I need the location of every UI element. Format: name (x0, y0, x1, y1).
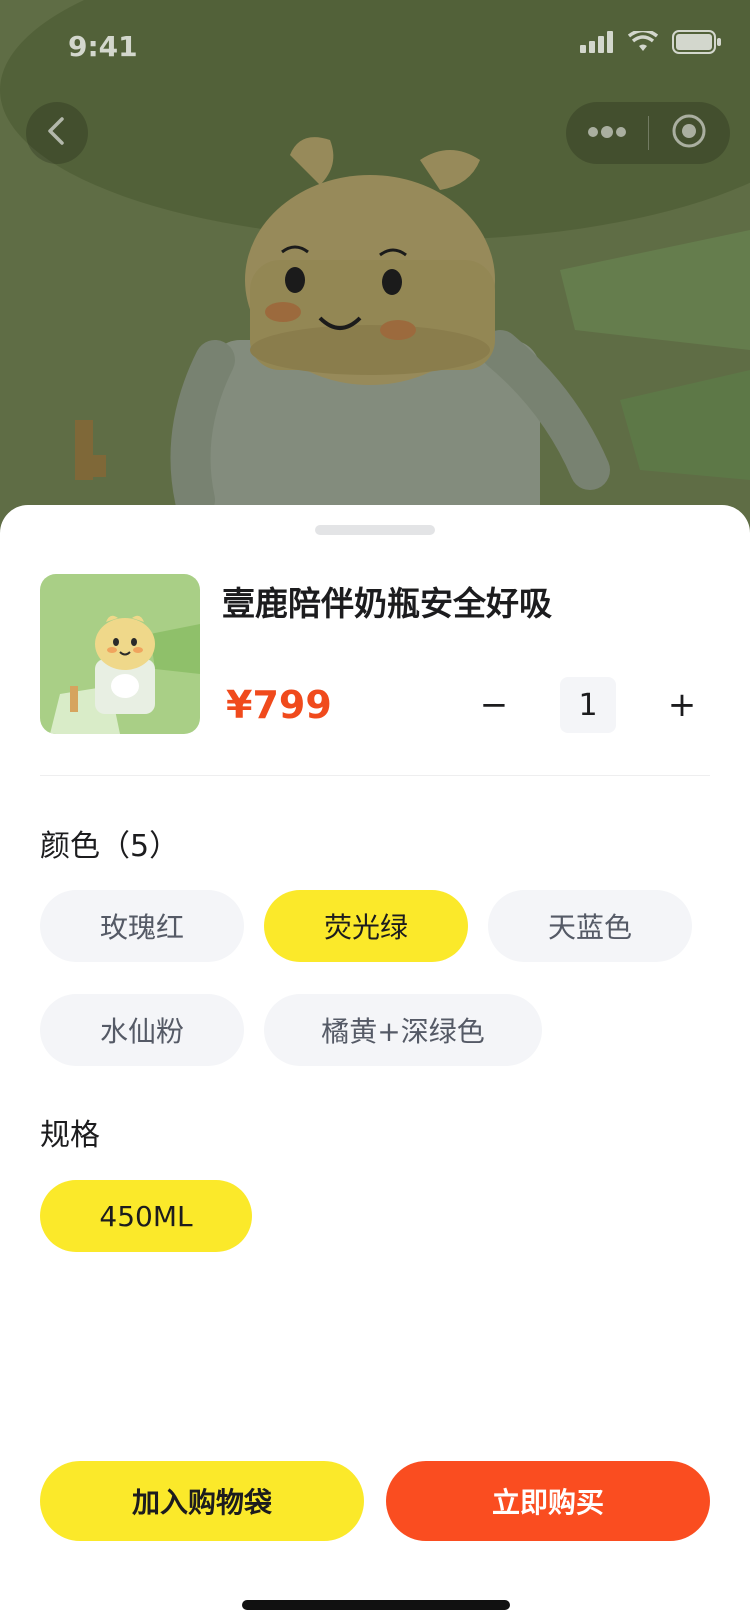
back-button[interactable] (26, 102, 88, 164)
color-option-rose-red[interactable]: 玫瑰红 (40, 890, 244, 962)
close-mini-program-button[interactable] (649, 102, 731, 164)
product-price: ¥799 (226, 683, 332, 727)
signal-icon (580, 31, 614, 57)
target-circle-icon (671, 113, 707, 153)
battery-icon (672, 30, 722, 58)
wifi-icon (627, 28, 659, 57)
home-indicator[interactable] (242, 1600, 510, 1610)
quantity-value[interactable]: 1 (560, 677, 616, 733)
status-icons (580, 28, 722, 58)
color-option-fluorescent-green[interactable]: 荧光绿 (264, 890, 468, 962)
spec-option-450ml[interactable]: 450ML (40, 1180, 252, 1252)
quantity-stepper: − 1 + (466, 677, 710, 733)
spec-section-label: 规格 (40, 1118, 100, 1153)
color-option-sky-blue[interactable]: 天蓝色 (488, 890, 692, 962)
chevron-left-icon (45, 116, 69, 150)
divider (40, 775, 710, 776)
status-bar: 9:41 (0, 0, 750, 96)
more-dots-icon (587, 124, 627, 143)
product-title: 壹鹿陪伴奶瓶安全好吸 (222, 584, 552, 623)
color-section-label: 颜色（5） (40, 829, 180, 864)
more-button[interactable] (566, 102, 648, 164)
quantity-decrease-button[interactable]: − (466, 677, 522, 733)
color-option-orange-dark-green[interactable]: 橘黄+深绿色 (264, 994, 542, 1066)
status-time: 9:41 (68, 30, 138, 63)
buy-now-button[interactable]: 立即购买 (386, 1461, 710, 1541)
mini-program-capsule (566, 102, 730, 164)
sheet-drag-handle[interactable] (315, 525, 435, 535)
quantity-increase-button[interactable]: + (654, 677, 710, 733)
sku-selector-sheet: 壹鹿陪伴奶瓶安全好吸 ¥799 − 1 + 颜色（5） 玫瑰红 荧光绿 天蓝色 … (0, 505, 750, 1624)
add-to-bag-button[interactable]: 加入购物袋 (40, 1461, 364, 1541)
color-option-daffodil-pink[interactable]: 水仙粉 (40, 994, 244, 1066)
product-thumbnail (40, 574, 200, 734)
